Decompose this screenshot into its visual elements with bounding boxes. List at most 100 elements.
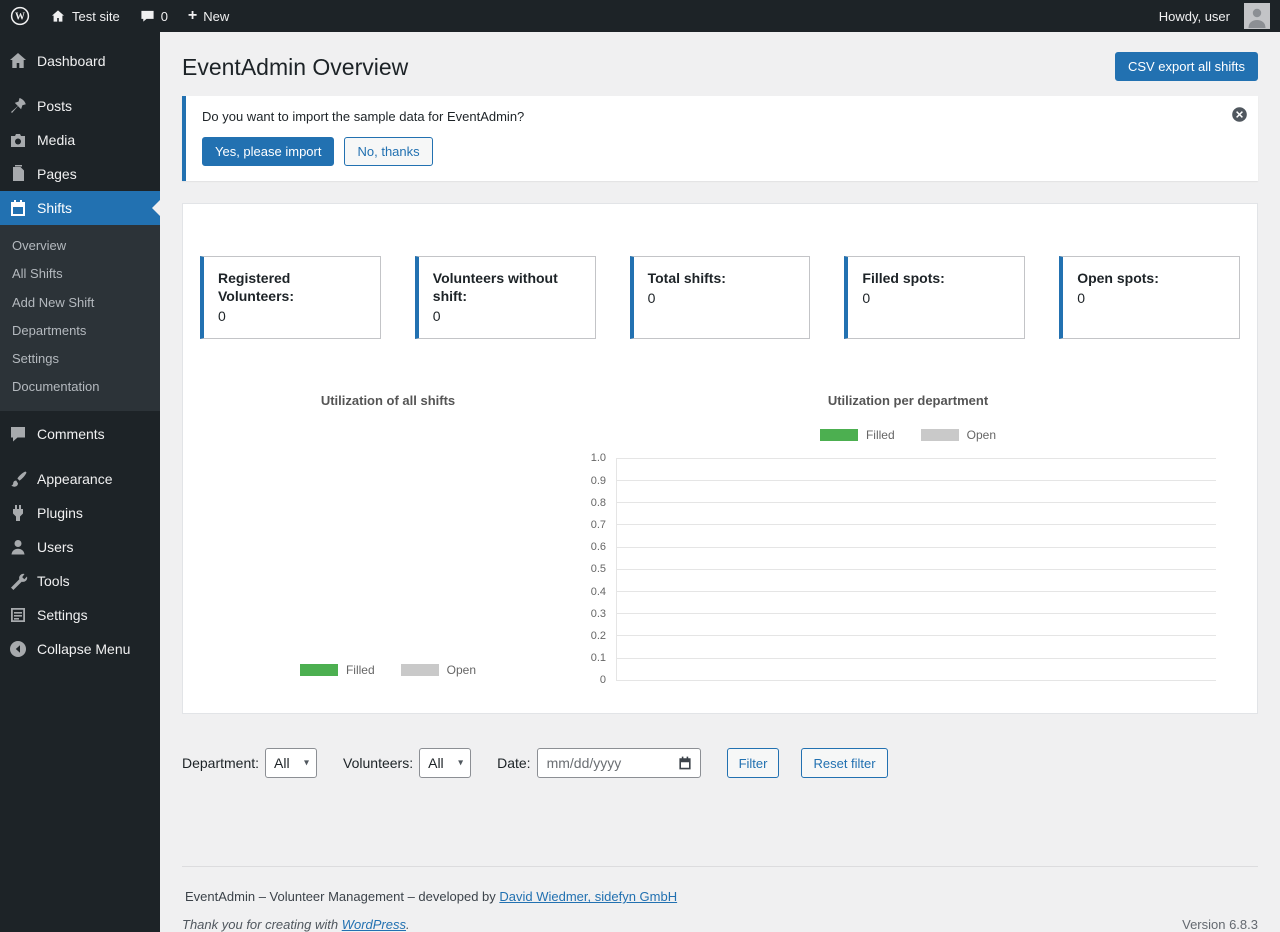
sidebar-item-comments[interactable]: Comments bbox=[0, 417, 160, 451]
plugin-author-link[interactable]: David Wiedmer, sidefyn GmbH bbox=[499, 889, 677, 904]
filter-button[interactable]: Filter bbox=[727, 748, 780, 778]
admin-sidebar: Dashboard Posts Media Pages Shifts Overv… bbox=[0, 32, 160, 932]
camera-icon bbox=[8, 130, 28, 150]
sidebar-item-label: Media bbox=[37, 132, 75, 148]
volunteers-filter-label: Volunteers: bbox=[343, 755, 413, 771]
avatar bbox=[1236, 3, 1270, 29]
wordpress-link[interactable]: WordPress bbox=[342, 917, 406, 932]
y-tick-label: 0.3 bbox=[576, 608, 616, 620]
submenu-item-overview[interactable]: Overview bbox=[0, 232, 160, 260]
volunteers-filter: Volunteers: All ▾ bbox=[343, 748, 471, 778]
sidebar-item-label: Tools bbox=[37, 573, 70, 589]
sidebar-item-label: Posts bbox=[37, 98, 72, 114]
stat-value: 0 bbox=[433, 308, 581, 324]
sidebar-item-label: Settings bbox=[37, 607, 88, 623]
admin-footer: EventAdmin – Volunteer Management – deve… bbox=[182, 866, 1258, 932]
pie-chart-legend: Filled Open bbox=[300, 663, 476, 677]
sidebar-item-posts[interactable]: Posts bbox=[0, 89, 160, 123]
page-header: EventAdmin Overview CSV export all shift… bbox=[182, 52, 1258, 83]
stat-filled-spots: Filled spots: 0 bbox=[844, 256, 1025, 339]
stat-volunteers-without-shift: Volunteers without shift: 0 bbox=[415, 256, 596, 339]
stat-value: 0 bbox=[648, 290, 796, 306]
sidebar-item-collapse-menu[interactable]: Collapse Menu bbox=[0, 632, 160, 666]
sidebar-item-pages[interactable]: Pages bbox=[0, 157, 160, 191]
dismiss-notice-button[interactable] bbox=[1231, 106, 1248, 123]
calendar-icon bbox=[8, 198, 28, 218]
admin-bar-right: Howdy, user bbox=[1149, 0, 1280, 32]
submenu-item-settings[interactable]: Settings bbox=[0, 345, 160, 373]
gridline bbox=[616, 613, 1216, 614]
submenu-item-all-shifts[interactable]: All Shifts bbox=[0, 260, 160, 288]
wp-logo-menu[interactable]: W bbox=[0, 0, 40, 32]
wrench-icon bbox=[8, 571, 28, 591]
footer-thanks: Thank you for creating with WordPress. bbox=[182, 917, 410, 932]
filters-row: Department: All ▾ Volunteers: All ▾ Date… bbox=[182, 748, 1258, 778]
legend-open-label[interactable]: Open bbox=[967, 428, 996, 442]
import-yes-button[interactable]: Yes, please import bbox=[202, 137, 334, 166]
legend-filled-label[interactable]: Filled bbox=[866, 428, 895, 442]
volunteers-select[interactable]: All bbox=[419, 748, 471, 778]
submenu-item-add-new-shift[interactable]: Add New Shift bbox=[0, 289, 160, 317]
y-tick-label: 0.9 bbox=[576, 475, 616, 487]
chart-title: Utilization of all shifts bbox=[321, 393, 455, 408]
department-filter-label: Department: bbox=[182, 755, 259, 771]
stat-label: Registered Volunteers: bbox=[218, 269, 366, 305]
sidebar-item-dashboard[interactable]: Dashboard bbox=[0, 44, 160, 78]
gridline bbox=[616, 502, 1216, 503]
calendar-icon[interactable] bbox=[677, 755, 693, 771]
sidebar-item-shifts[interactable]: Shifts bbox=[0, 191, 160, 225]
footer-thanks-suffix: . bbox=[406, 917, 410, 932]
submenu-item-departments[interactable]: Departments bbox=[0, 317, 160, 345]
stats-row: Registered Volunteers: 0 Volunteers with… bbox=[200, 256, 1240, 339]
brush-icon bbox=[8, 469, 28, 489]
sidebar-item-label: Plugins bbox=[37, 505, 83, 521]
department-select[interactable]: All bbox=[265, 748, 317, 778]
comment-bubble-icon bbox=[140, 9, 155, 24]
legend-open-label[interactable]: Open bbox=[447, 663, 476, 677]
legend-open-swatch[interactable] bbox=[401, 664, 439, 676]
comment-bubble-icon bbox=[8, 424, 28, 444]
department-select-wrap: All ▾ bbox=[265, 748, 317, 778]
reset-filter-button[interactable]: Reset filter bbox=[801, 748, 887, 778]
date-filter: Date: bbox=[497, 748, 700, 778]
site-name-label: Test site bbox=[72, 9, 120, 24]
gridline bbox=[616, 458, 1216, 459]
plus-icon: + bbox=[188, 7, 197, 25]
new-content-menu[interactable]: + New bbox=[178, 0, 239, 32]
circle-close-icon bbox=[1231, 111, 1248, 126]
legend-filled-swatch[interactable] bbox=[820, 429, 858, 441]
sidebar-item-tools[interactable]: Tools bbox=[0, 564, 160, 598]
csv-export-button[interactable]: CSV export all shifts bbox=[1115, 52, 1258, 81]
sidebar-item-appearance[interactable]: Appearance bbox=[0, 462, 160, 496]
legend-filled-label[interactable]: Filled bbox=[346, 663, 375, 677]
date-filter-label: Date: bbox=[497, 755, 530, 771]
svg-text:W: W bbox=[15, 12, 25, 23]
my-account-menu[interactable]: Howdy, user bbox=[1149, 0, 1280, 32]
sidebar-item-plugins[interactable]: Plugins bbox=[0, 496, 160, 530]
y-tick-label: 0.4 bbox=[576, 586, 616, 598]
import-no-button[interactable]: No, thanks bbox=[344, 137, 432, 166]
y-tick-label: 0.1 bbox=[576, 652, 616, 664]
admin-bar: W Test site 0 + New Howdy, user bbox=[0, 0, 1280, 32]
y-tick-label: 0.6 bbox=[576, 541, 616, 553]
dashboard-icon bbox=[8, 51, 28, 71]
bar-chart-grid: 1.0 0.9 0.8 0.7 0.6 0.5 0.4 0.3 0.2 0.1 … bbox=[576, 458, 1216, 680]
wordpress-logo-icon: W bbox=[10, 6, 30, 26]
legend-open-swatch[interactable] bbox=[921, 429, 959, 441]
sidebar-item-label: Dashboard bbox=[37, 53, 106, 69]
version-text: Version 6.8.3 bbox=[1182, 917, 1258, 932]
sidebar-item-users[interactable]: Users bbox=[0, 530, 160, 564]
overview-panel: Registered Volunteers: 0 Volunteers with… bbox=[182, 203, 1258, 714]
sidebar-item-settings[interactable]: Settings bbox=[0, 598, 160, 632]
bar-chart-plot-area: 1.0 0.9 0.8 0.7 0.6 0.5 0.4 0.3 0.2 0.1 … bbox=[576, 442, 1240, 680]
active-menu-arrow bbox=[152, 200, 160, 216]
main-content: EventAdmin Overview CSV export all shift… bbox=[160, 32, 1280, 932]
admin-bar-left: W Test site 0 + New bbox=[0, 0, 239, 32]
site-name-menu[interactable]: Test site bbox=[40, 0, 130, 32]
sidebar-item-media[interactable]: Media bbox=[0, 123, 160, 157]
submenu-item-documentation[interactable]: Documentation bbox=[0, 373, 160, 401]
comments-menu[interactable]: 0 bbox=[130, 0, 178, 32]
legend-filled-swatch[interactable] bbox=[300, 664, 338, 676]
department-filter: Department: All ▾ bbox=[182, 748, 317, 778]
sidebar-item-label: Shifts bbox=[37, 200, 72, 216]
